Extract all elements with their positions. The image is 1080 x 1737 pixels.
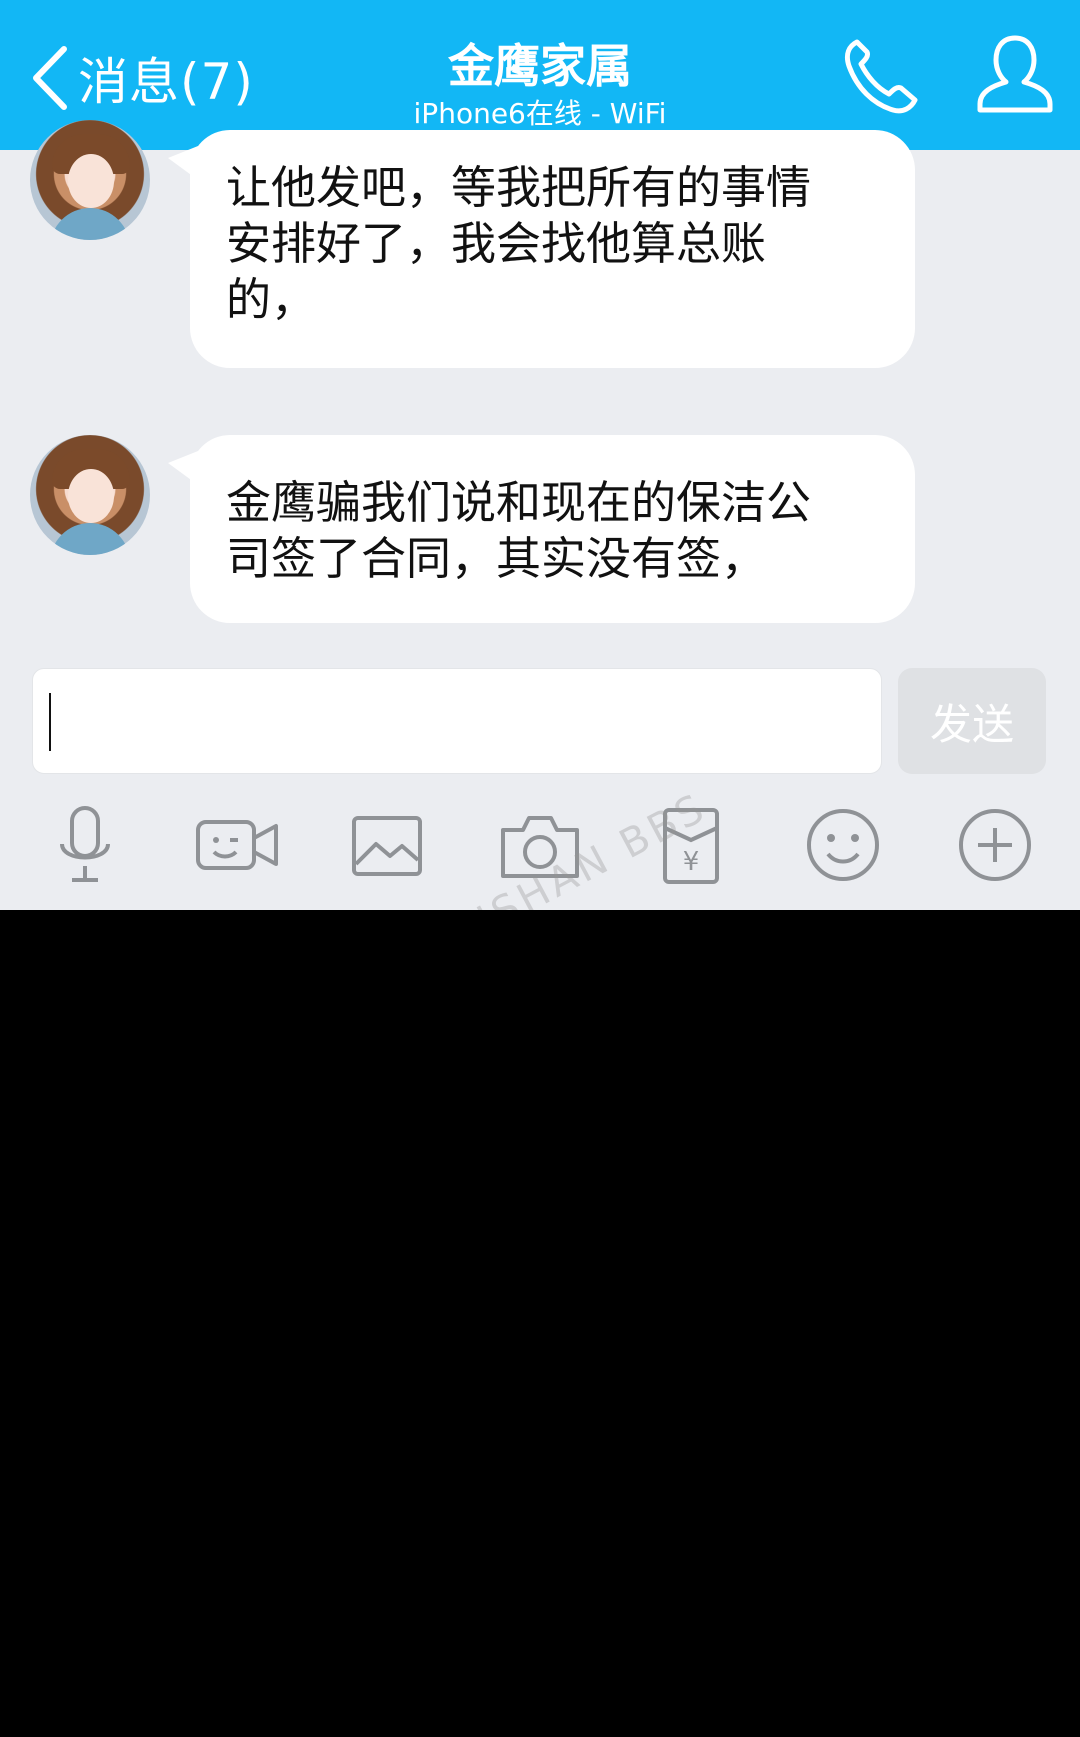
message-bubble[interactable]: 金鹰骗我们说和现在的保洁公 司签了合同，其实没有签， [168, 435, 915, 623]
person-icon [977, 35, 1053, 113]
phone-call-button[interactable] [835, 30, 925, 120]
more-button[interactable] [950, 800, 1040, 890]
emoji-button[interactable] [798, 800, 888, 890]
message-text-line: 司签了合同，其实没有签， [226, 532, 767, 585]
voice-button[interactable] [40, 800, 130, 890]
message-text-line: 的， [226, 273, 317, 326]
sender-avatar[interactable] [30, 435, 150, 555]
send-button[interactable]: 发送 [898, 668, 1046, 774]
plus-icon [959, 809, 1031, 881]
photo-button[interactable] [342, 800, 432, 890]
message-input[interactable] [32, 668, 882, 774]
text-caret [49, 693, 51, 751]
contact-profile-button[interactable] [970, 30, 1060, 120]
video-chat-button[interactable] [192, 800, 282, 890]
message-text-line: 让他发吧，等我把所有的事情 [226, 161, 812, 214]
chat-header: 消息(7) 金鹰家属 iPhone6在线 - WiFi [0, 0, 1080, 150]
sender-avatar[interactable] [30, 120, 150, 240]
message-text-line: 金鹰骗我们说和现在的保洁公 [226, 476, 812, 529]
image-icon [352, 816, 422, 876]
emoji-icon [807, 809, 879, 881]
message-text-line: 安排好了，我会找他算总账 [226, 217, 767, 270]
svg-text:¥: ¥ [683, 847, 700, 877]
video-icon [196, 820, 278, 870]
phone-icon [844, 39, 918, 114]
compose-bar: 发送 [0, 660, 1080, 790]
message-bubble[interactable]: 让他发吧，等我把所有的事情 安排好了，我会找他算总账 的， [168, 130, 915, 368]
chat-screen: 消息(7) 金鹰家属 iPhone6在线 - WiFi 让他发吧，等我把所有的事… [0, 0, 1080, 910]
microphone-icon [60, 806, 110, 882]
